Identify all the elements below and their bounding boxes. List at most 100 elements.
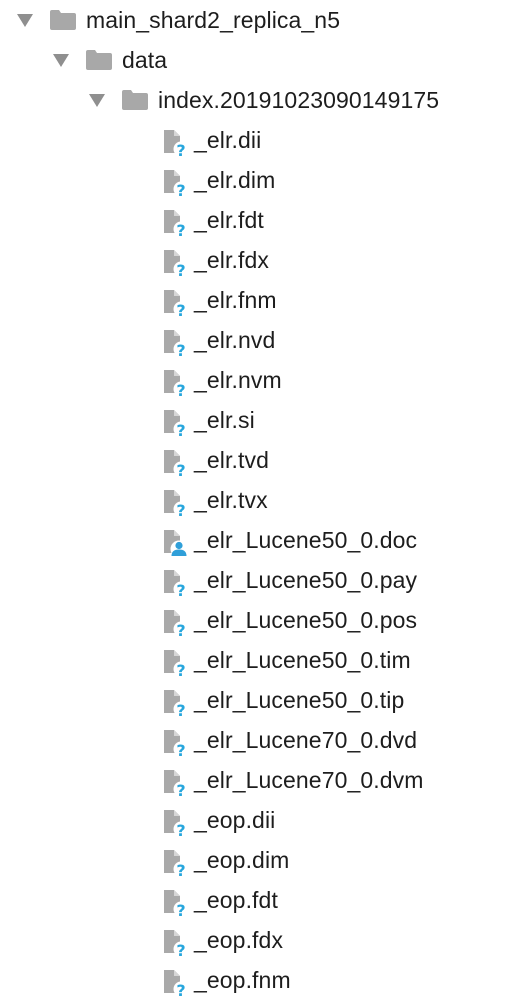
folder-label: main_shard2_replica_n5	[86, 7, 341, 33]
tree-row-file[interactable]: ? _eop.dii	[0, 800, 520, 840]
svg-text:?: ?	[176, 781, 185, 797]
unknown-file-icon: ?	[164, 250, 189, 277]
file-label: _elr_Lucene50_0.tim	[194, 647, 411, 673]
unknown-file-icon: ?	[164, 970, 189, 997]
unknown-file-icon: ?	[164, 610, 189, 637]
svg-text:?: ?	[176, 981, 185, 997]
unknown-file-icon: ?	[164, 370, 189, 397]
svg-text:?: ?	[176, 301, 185, 317]
file-label: _eop.fdx	[194, 927, 284, 953]
unknown-file-icon: ?	[164, 210, 189, 237]
folder-label: index.20191023090149175	[158, 87, 440, 113]
file-label: _elr.tvx	[194, 487, 268, 513]
file-label: _elr.dim	[194, 167, 276, 193]
unknown-file-icon: ?	[164, 930, 189, 957]
svg-text:?: ?	[176, 581, 185, 597]
tree-row-root-folder[interactable]: main_shard2_replica_n5	[0, 0, 520, 40]
file-label: _elr_Lucene70_0.dvd	[194, 727, 418, 753]
svg-text:?: ?	[176, 941, 185, 957]
tree-row-file[interactable]: ? _elr_Lucene50_0.tim	[0, 640, 520, 680]
svg-text:?: ?	[176, 661, 185, 677]
user-file-icon	[164, 530, 188, 557]
svg-text:?: ?	[176, 861, 185, 877]
folder-icon	[122, 90, 148, 110]
unknown-file-icon: ?	[164, 490, 189, 517]
file-label: _elr_Lucene50_0.pay	[194, 567, 418, 593]
tree-row-file[interactable]: ? _elr_Lucene50_0.pay	[0, 560, 520, 600]
unknown-file-icon: ?	[164, 890, 189, 917]
svg-text:?: ?	[176, 741, 185, 757]
tree-row-file[interactable]: ? _elr_Lucene70_0.dvm	[0, 760, 520, 800]
unknown-file-icon: ?	[164, 570, 189, 597]
tree-row-file[interactable]: _elr_Lucene50_0.doc	[0, 520, 520, 560]
svg-text:?: ?	[176, 821, 185, 837]
file-label: _eop.fdt	[194, 887, 278, 913]
svg-text:?: ?	[176, 341, 185, 357]
svg-text:?: ?	[176, 221, 185, 237]
tree-row-file[interactable]: ? _eop.fdx	[0, 920, 520, 960]
tree-row-file[interactable]: ? _elr.dii	[0, 120, 520, 160]
tree-row-file[interactable]: ? _elr.fdt	[0, 200, 520, 240]
expand-arrow-icon[interactable]	[53, 54, 69, 67]
file-label: _eop.dim	[194, 847, 290, 873]
unknown-file-icon: ?	[164, 770, 189, 797]
tree-row-file[interactable]: ? _eop.dim	[0, 840, 520, 880]
file-label: _elr.fnm	[194, 287, 277, 313]
tree-row-file[interactable]: ? _elr_Lucene50_0.pos	[0, 600, 520, 640]
svg-text:?: ?	[176, 701, 185, 717]
unknown-file-icon: ?	[164, 650, 189, 677]
unknown-file-icon: ?	[164, 810, 189, 837]
tree-row-file[interactable]: ? _elr.fnm	[0, 280, 520, 320]
file-label: _eop.fnm	[194, 967, 291, 993]
tree-row-file[interactable]: ? _elr.dim	[0, 160, 520, 200]
tree-row-file[interactable]: ? _elr_Lucene70_0.dvd	[0, 720, 520, 760]
folder-icon	[50, 10, 76, 30]
file-label: _elr.si	[194, 407, 255, 433]
unknown-file-icon: ?	[164, 730, 189, 757]
svg-text:?: ?	[176, 261, 185, 277]
svg-text:?: ?	[176, 421, 185, 437]
tree-row-file[interactable]: ? _eop.fdt	[0, 880, 520, 920]
file-label: _elr.tvd	[194, 447, 269, 473]
folder-label: data	[122, 47, 168, 73]
unknown-file-icon: ?	[164, 170, 189, 197]
svg-text:?: ?	[176, 901, 185, 917]
expand-arrow-icon[interactable]	[89, 94, 105, 107]
file-label: _elr.nvd	[194, 327, 276, 353]
svg-text:?: ?	[176, 181, 185, 197]
svg-text:?: ?	[176, 501, 185, 517]
tree-row-file[interactable]: ? _elr.tvd	[0, 440, 520, 480]
unknown-file-icon: ?	[164, 410, 189, 437]
unknown-file-icon: ?	[164, 850, 189, 877]
svg-text:?: ?	[176, 621, 185, 637]
svg-text:?: ?	[176, 141, 185, 157]
file-label: _elr.fdt	[194, 207, 264, 233]
tree-row-file[interactable]: ? _elr.tvx	[0, 480, 520, 520]
tree-row-file[interactable]: ? _elr.si	[0, 400, 520, 440]
unknown-file-icon: ?	[164, 130, 189, 157]
unknown-file-icon: ?	[164, 290, 189, 317]
file-label: _elr.dii	[194, 127, 262, 153]
file-label: _elr_Lucene50_0.pos	[194, 607, 418, 633]
project-file-tree: main_shard2_replica_n5 data index.201910…	[0, 0, 520, 997]
tree-row-index-folder[interactable]: index.20191023090149175	[0, 80, 520, 120]
tree-row-file[interactable]: ? _elr.fdx	[0, 240, 520, 280]
expand-arrow-icon[interactable]	[17, 14, 33, 27]
unknown-file-icon: ?	[164, 690, 189, 717]
svg-text:?: ?	[176, 461, 185, 477]
file-label: _elr_Lucene50_0.doc	[194, 527, 418, 553]
tree-row-file[interactable]: ? _eop.fnm	[0, 960, 520, 1000]
unknown-file-icon: ?	[164, 330, 189, 357]
file-label: _elr.nvm	[194, 367, 282, 393]
unknown-file-icon: ?	[164, 450, 189, 477]
tree-row-file[interactable]: ? _elr_Lucene50_0.tip	[0, 680, 520, 720]
tree-row-file[interactable]: ? _elr.nvd	[0, 320, 520, 360]
tree-row-data-folder[interactable]: data	[0, 40, 520, 80]
folder-icon	[86, 50, 112, 70]
file-label: _elr.fdx	[194, 247, 269, 273]
file-label: _elr_Lucene50_0.tip	[194, 687, 405, 713]
file-label: _elr_Lucene70_0.dvm	[194, 767, 424, 793]
svg-text:?: ?	[176, 381, 185, 397]
file-label: _eop.dii	[194, 807, 276, 833]
tree-row-file[interactable]: ? _elr.nvm	[0, 360, 520, 400]
